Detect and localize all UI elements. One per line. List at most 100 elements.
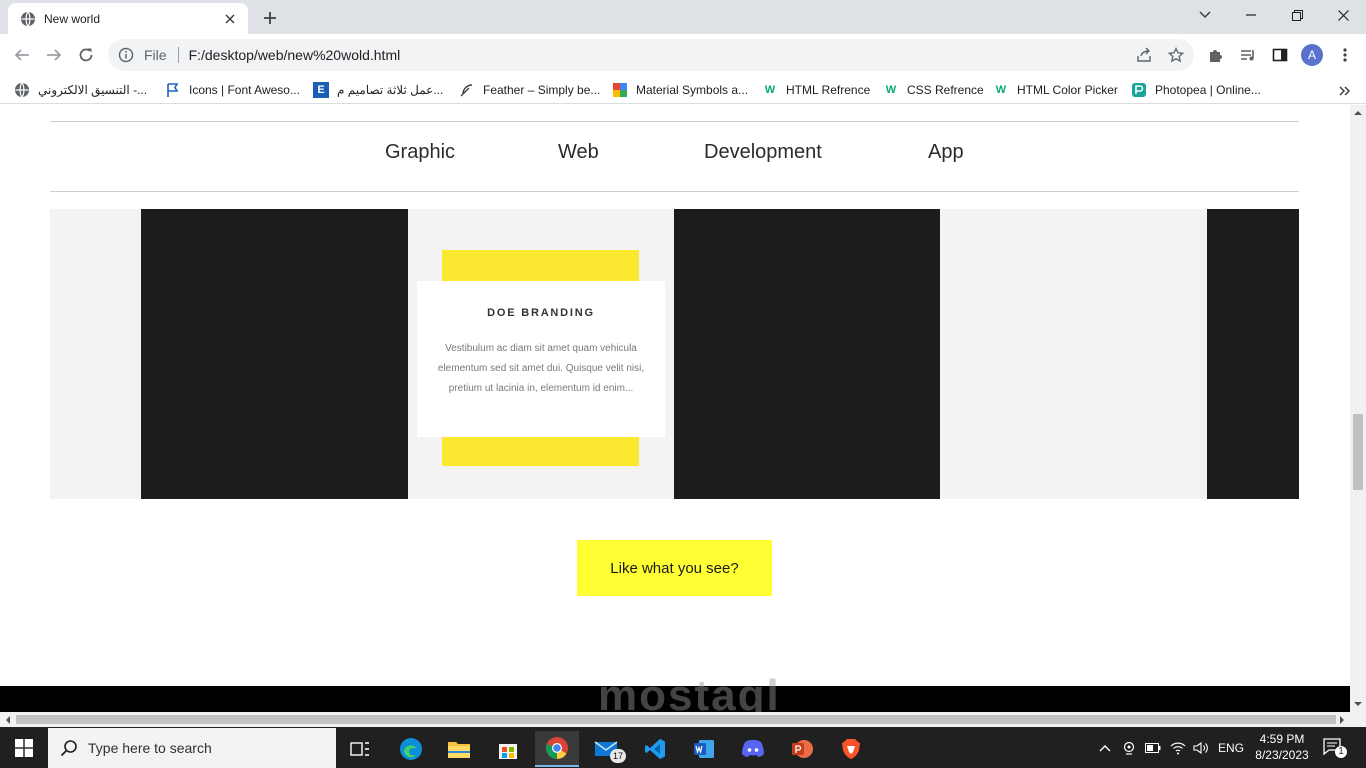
- scroll-left-arrow-icon[interactable]: [2, 714, 14, 726]
- notification-count: 1: [1338, 746, 1344, 757]
- bookmark-label: عمل ثلاثة تصاميم م...: [337, 83, 444, 97]
- close-icon: [225, 13, 235, 24]
- bookmark-item[interactable]: W CSS Refrence: [883, 81, 984, 99]
- restore-button[interactable]: [1274, 0, 1320, 30]
- bookmark-item[interactable]: W HTML Color Picker: [993, 81, 1118, 99]
- edge-icon: [400, 738, 422, 760]
- wifi-icon: [1170, 742, 1186, 754]
- arrow-left-icon: [14, 49, 29, 61]
- address-bar[interactable]: File F:/desktop/web/new%20wold.html: [108, 39, 1194, 71]
- chrome-icon: [546, 737, 568, 759]
- star-icon: [1168, 47, 1184, 63]
- profile-avatar[interactable]: A: [1301, 44, 1323, 66]
- category-graphic[interactable]: Graphic: [385, 141, 455, 164]
- taskbar-store[interactable]: [486, 731, 530, 767]
- playlist-icon: [1241, 50, 1254, 61]
- bookmark-item[interactable]: Feather – Simply be...: [459, 81, 600, 99]
- cta-button[interactable]: Like what you see?: [577, 540, 772, 596]
- extensions-button[interactable]: [1203, 42, 1229, 68]
- portfolio-item-dark[interactable]: [1207, 209, 1299, 499]
- top-divider: [50, 121, 1299, 122]
- nav-divider: [50, 191, 1299, 192]
- chevron-double-right-icon[interactable]: [1336, 83, 1352, 99]
- webcam-icon: [1123, 741, 1135, 755]
- bookmark-item[interactable]: E عمل ثلاثة تصاميم م...: [313, 81, 443, 99]
- horizontal-scroll-thumb[interactable]: [16, 715, 1336, 724]
- windows-logo-icon: [15, 738, 33, 757]
- bookmark-item[interactable]: Photopea | Online...: [1131, 81, 1261, 99]
- taskbar-clock[interactable]: 4:59 PM 8/23/2023: [1250, 731, 1314, 763]
- bookmark-label: Feather – Simply be...: [483, 83, 601, 97]
- vertical-scroll-thumb[interactable]: [1353, 414, 1363, 490]
- search-icon: [60, 740, 77, 757]
- tab-new-world[interactable]: New world: [8, 3, 248, 34]
- card-accent-top: [442, 250, 639, 281]
- globe-icon: [15, 82, 29, 98]
- info-icon[interactable]: [118, 47, 134, 63]
- bookmark-item[interactable]: التنسيق الالكتروني -...: [14, 81, 147, 99]
- scroll-up-arrow-icon[interactable]: [1352, 107, 1364, 119]
- reload-button[interactable]: [73, 42, 99, 68]
- category-app[interactable]: App: [928, 141, 964, 164]
- action-center-button[interactable]: 1: [1322, 736, 1348, 760]
- battery-icon: [1145, 742, 1161, 753]
- bookmark-label: Icons | Font Aweso...: [189, 83, 300, 97]
- horizontal-scrollbar[interactable]: [0, 712, 1366, 727]
- task-view-button[interactable]: [338, 731, 382, 767]
- taskbar-edge[interactable]: [389, 731, 433, 767]
- new-tab-button[interactable]: [259, 7, 281, 29]
- browser-menu-button[interactable]: [1332, 42, 1358, 68]
- brave-icon: [842, 739, 860, 759]
- url-text[interactable]: F:/desktop/web/new%20wold.html: [189, 47, 401, 63]
- card-title: DOE BRANDING: [487, 307, 595, 319]
- folder-icon: [448, 742, 470, 758]
- media-control-button[interactable]: [1235, 42, 1261, 68]
- window-close-button[interactable]: [1320, 0, 1366, 30]
- category-web[interactable]: Web: [558, 141, 599, 164]
- clock-date: 8/23/2023: [1255, 748, 1309, 762]
- tab-search-button[interactable]: [1182, 0, 1228, 30]
- side-panel-button[interactable]: [1267, 42, 1293, 68]
- start-button[interactable]: [0, 727, 48, 768]
- taskbar-word[interactable]: [682, 731, 726, 767]
- tab-strip: New world: [0, 0, 1366, 34]
- tray-meet-now[interactable]: [1119, 727, 1139, 768]
- tray-language[interactable]: ENG: [1214, 727, 1248, 768]
- tab-close-button[interactable]: [222, 11, 238, 27]
- minimize-button[interactable]: [1228, 0, 1274, 30]
- portfolio-card[interactable]: DOE BRANDING Vestibulum ac diam sit amet…: [417, 281, 665, 437]
- tray-overflow-button[interactable]: [1096, 727, 1114, 768]
- taskbar-file-explorer[interactable]: [437, 731, 481, 767]
- taskbar-search-box[interactable]: Type here to search: [48, 728, 336, 768]
- discord-icon: [742, 740, 764, 757]
- taskbar-chrome[interactable]: [535, 731, 579, 767]
- category-development[interactable]: Development: [704, 141, 822, 164]
- taskbar-powerpoint[interactable]: [780, 731, 824, 767]
- forward-button[interactable]: [41, 42, 67, 68]
- scroll-down-arrow-icon[interactable]: [1352, 698, 1364, 710]
- tray-volume[interactable]: [1190, 727, 1212, 768]
- taskbar-brave[interactable]: [829, 731, 873, 767]
- search-placeholder: Type here to search: [88, 740, 212, 756]
- w3schools-icon: W: [885, 84, 897, 96]
- scroll-right-arrow-icon[interactable]: [1336, 714, 1348, 726]
- vertical-scrollbar[interactable]: [1350, 105, 1366, 712]
- bookmark-star-button[interactable]: [1163, 42, 1189, 68]
- bookmark-item[interactable]: Icons | Font Aweso...: [165, 81, 300, 99]
- portfolio-item-dark[interactable]: [141, 209, 408, 499]
- share-button[interactable]: [1131, 42, 1157, 68]
- portfolio-item-dark[interactable]: [674, 209, 940, 499]
- tray-battery[interactable]: [1143, 727, 1163, 768]
- reload-icon: [79, 48, 93, 62]
- url-scheme-label: File: [144, 47, 167, 63]
- watermark-logo: mostaql: [598, 671, 781, 712]
- bookmark-item[interactable]: W HTML Refrence: [762, 81, 870, 99]
- back-button[interactable]: [9, 42, 35, 68]
- taskbar-mail[interactable]: 17: [584, 731, 628, 767]
- speaker-icon: [1193, 741, 1208, 754]
- taskbar-vscode[interactable]: [633, 731, 677, 767]
- bookmark-item[interactable]: Material Symbols a...: [612, 81, 748, 99]
- flag-icon: [167, 83, 179, 97]
- tray-wifi[interactable]: [1168, 727, 1188, 768]
- taskbar-discord[interactable]: [731, 731, 775, 767]
